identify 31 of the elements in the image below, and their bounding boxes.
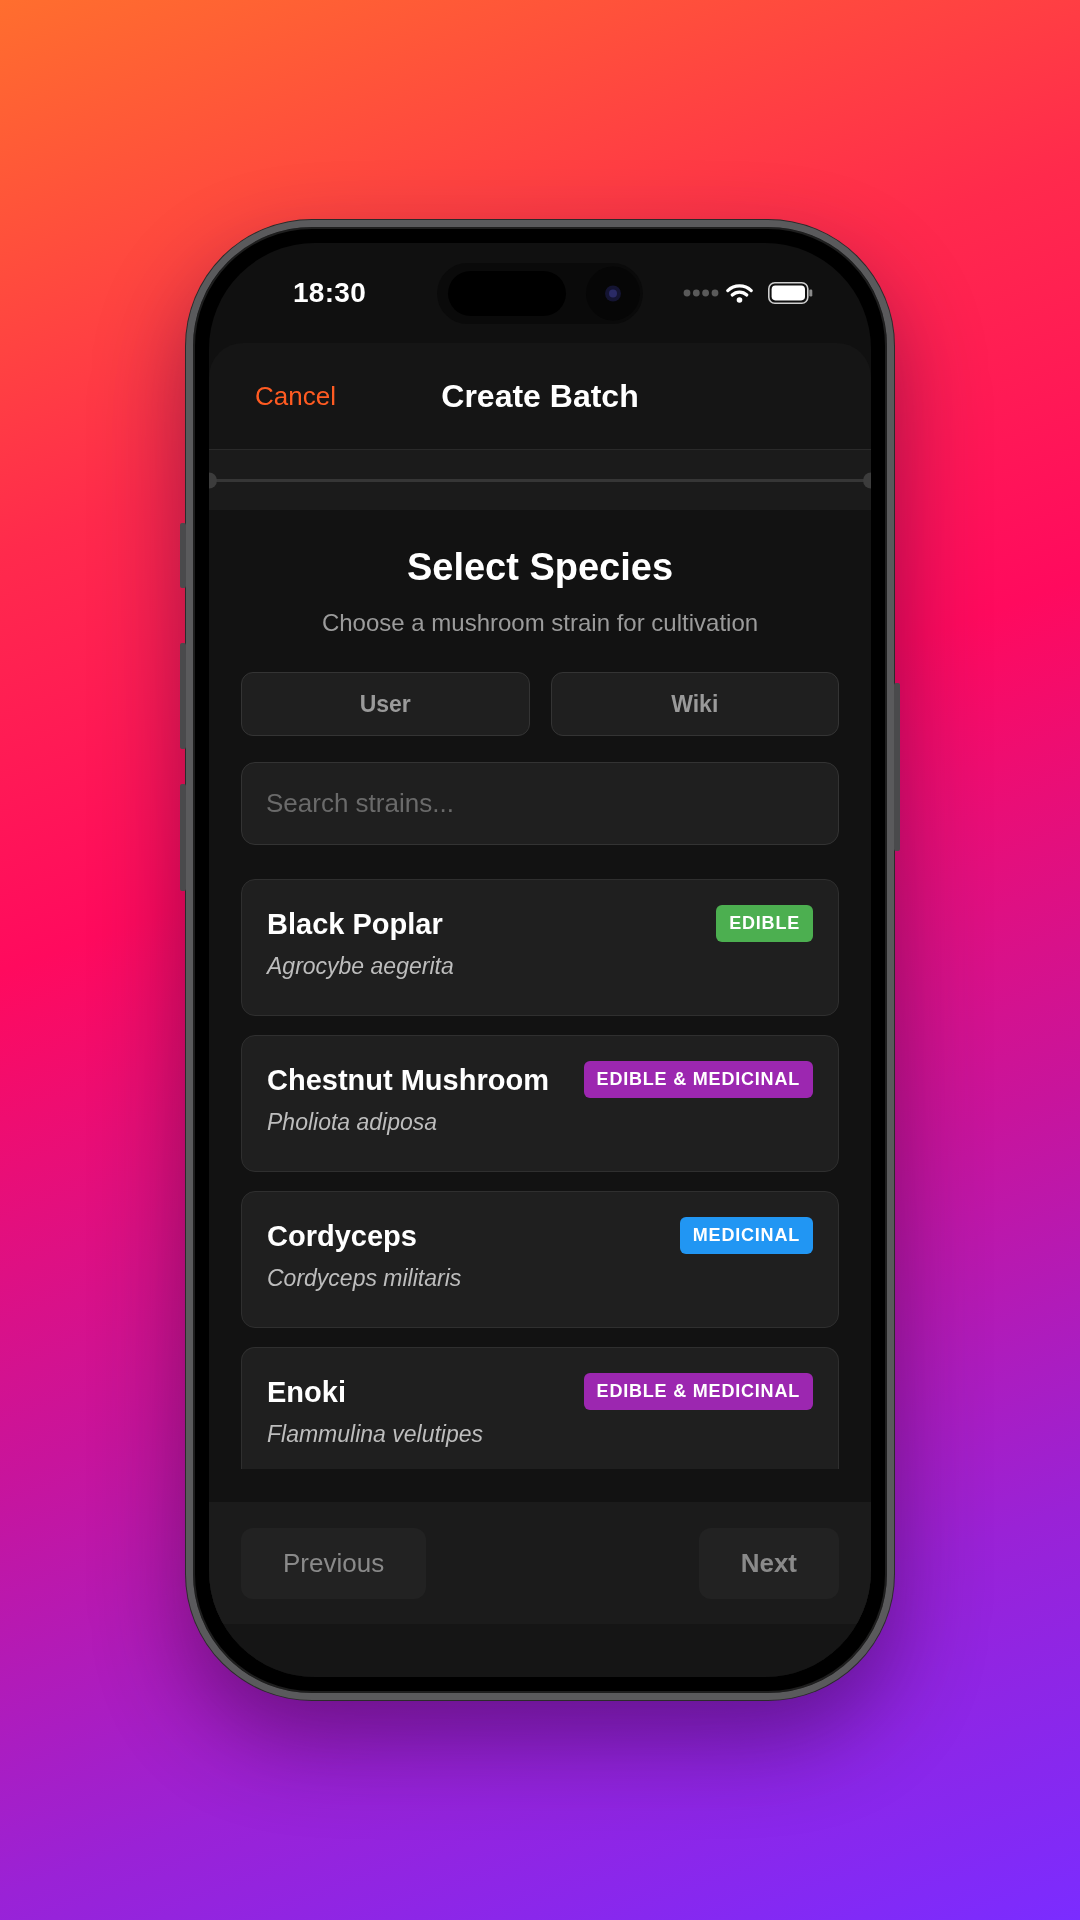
species-name: Enoki [267,1374,346,1409]
side-button[interactable] [180,784,186,891]
species-name: Chestnut Mushroom [267,1062,549,1097]
wifi-icon [726,283,753,303]
battery-icon [768,282,813,304]
sheet-title: Create Batch [441,377,639,415]
side-button[interactable] [894,683,900,851]
species-card[interactable]: Black Poplar EDIBLE Agrocybe aegerita [241,879,839,1016]
search-field[interactable]: Search strains... [241,762,839,845]
category-badge: EDIBLE & MEDICINAL [583,1061,813,1098]
category-badge: MEDICINAL [679,1217,813,1254]
section-title: Select Species [406,545,674,589]
category-badge: EDIBLE [716,905,813,942]
source-tab[interactable]: Wiki [550,672,839,736]
status-time: 18:30 [293,277,367,309]
scientific-name: Agrocybe aegerita [267,953,455,979]
signal-icon [683,289,719,297]
species-card[interactable]: Enoki EDIBLE & MEDICINAL Flammulina velutipes [241,1347,839,1469]
source-tab[interactable]: User [241,672,530,736]
side-button[interactable] [180,523,186,588]
category-badge: EDIBLE & MEDICINAL [583,1373,813,1410]
species-name: Black Poplar [267,906,443,941]
species-name: Cordyceps [267,1218,417,1253]
cancel-button[interactable]: Cancel [255,380,336,412]
section-subtitle: Choose a mushroom strain for cultivation [321,609,759,637]
scientific-name: Pholiota adiposa [267,1109,439,1135]
scientific-name: Flammulina velutipes [267,1421,485,1447]
species-card[interactable]: Chestnut Mushroom EDIBLE & MEDICINAL Pholiota adiposa [241,1035,839,1172]
species-card[interactable]: Cordyceps MEDICINAL Cordyceps militaris [241,1191,839,1328]
scientific-name: Cordyceps militaris [267,1265,463,1291]
side-button[interactable] [180,643,186,749]
